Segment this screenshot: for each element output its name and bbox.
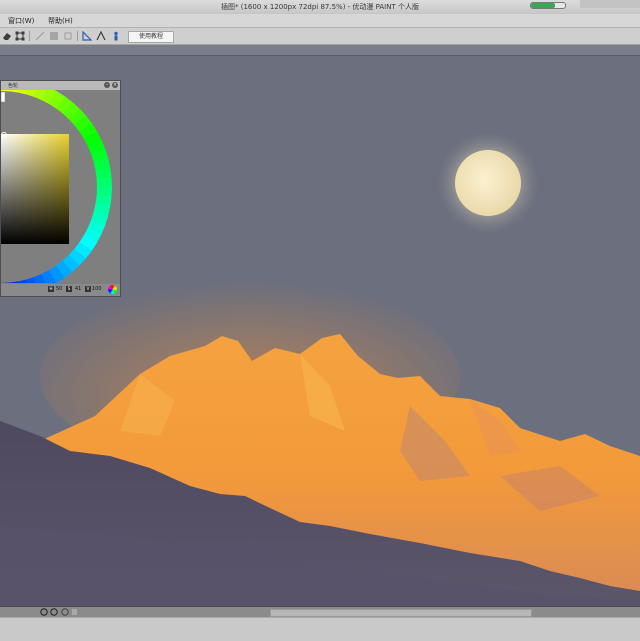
horizontal-scrollbar[interactable] xyxy=(270,609,532,617)
menu-bar: 窗口(W) 帮助(H) xyxy=(0,14,640,28)
ruler-icon[interactable] xyxy=(82,31,92,41)
color-wheel-panel: 色轮 – × H 50 S 41 V 100 xyxy=(0,80,121,297)
memory-indicator-fill xyxy=(531,3,555,8)
hue-segment xyxy=(1,90,3,91)
command-bar: 使用教程 xyxy=(0,28,640,45)
fill-icon[interactable] xyxy=(49,31,59,41)
tutorial-button[interactable]: 使用教程 xyxy=(128,31,174,43)
sub-tool-bar xyxy=(0,45,640,56)
saturation-label: S xyxy=(66,286,72,292)
title-bar: 插图* (1600 x 1200px 72dpi 87.5%) - 优动漫 PA… xyxy=(0,0,640,15)
memory-indicator xyxy=(530,2,566,9)
panel-title: 色轮 xyxy=(8,82,18,89)
menu-item-window[interactable]: 窗口(W) xyxy=(8,16,34,26)
color-mode-icon[interactable] xyxy=(108,285,117,294)
select-icon[interactable] xyxy=(35,31,45,41)
value-label: V xyxy=(85,286,91,292)
saturation-value[interactable]: 41 xyxy=(75,286,81,292)
layer-icon[interactable] xyxy=(63,31,73,41)
navigator-bar xyxy=(0,606,640,617)
status-bar xyxy=(0,617,640,641)
value-value[interactable]: 100 xyxy=(92,286,102,292)
eraser-icon[interactable] xyxy=(2,31,12,41)
rotate-icon[interactable] xyxy=(62,609,68,615)
menu-item-help[interactable]: 帮助(H) xyxy=(48,16,73,26)
hue-label: H xyxy=(48,286,54,292)
figure-icon[interactable] xyxy=(111,31,121,41)
zoom-in-icon[interactable] xyxy=(51,609,57,615)
close-icon[interactable]: × xyxy=(112,82,118,88)
fit-icon[interactable] xyxy=(72,609,77,615)
moon xyxy=(455,150,521,216)
zoom-out-icon[interactable] xyxy=(41,609,47,615)
transform-icon[interactable] xyxy=(15,31,25,41)
panel-header: 色轮 – × xyxy=(1,81,120,90)
window-controls[interactable] xyxy=(580,0,640,8)
hue-picker xyxy=(1,92,5,102)
perspective-icon[interactable] xyxy=(96,31,106,41)
hue-value[interactable]: 50 xyxy=(56,286,62,292)
color-values-bar: H 50 S 41 V 100 xyxy=(1,284,120,296)
panel-menu-icon[interactable]: – xyxy=(104,82,110,88)
color-wheel[interactable] xyxy=(1,90,120,283)
